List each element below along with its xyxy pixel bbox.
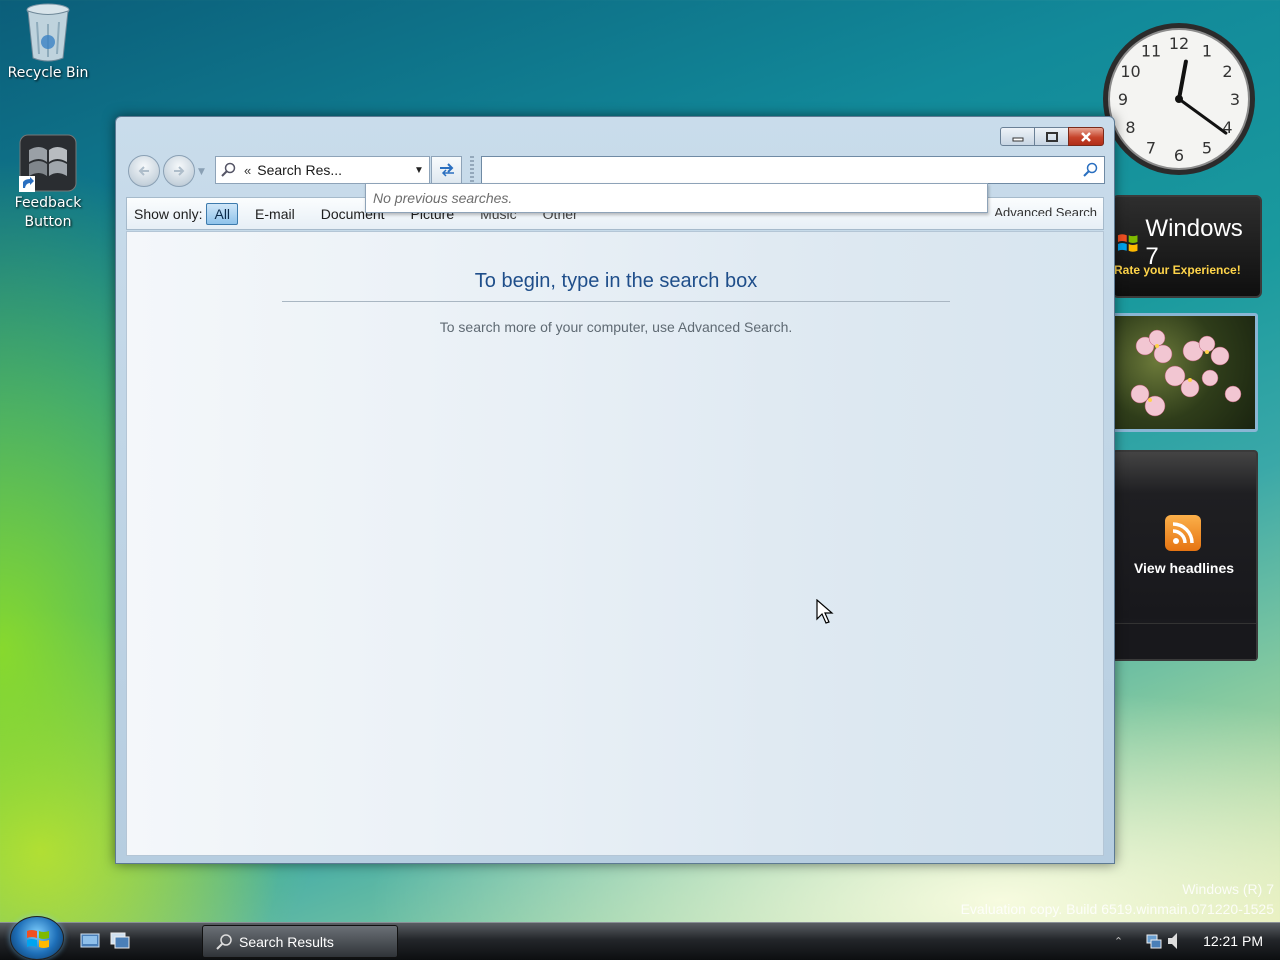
- back-arrow-icon: [138, 166, 149, 176]
- filter-email-button[interactable]: E-mail: [248, 204, 302, 224]
- advanced-search-hint: To search more of your computer, use Adv…: [439, 319, 793, 335]
- search-suggestions-dropdown: No previous searches.: [365, 183, 988, 213]
- clock-number: 3: [1230, 90, 1240, 109]
- rss-icon: [1165, 515, 1201, 551]
- clock-number: 10: [1120, 62, 1140, 81]
- clock-gadget[interactable]: 12 1 2 3 4 5 6 7 8 9 10 11: [1100, 20, 1258, 178]
- view-headlines-link[interactable]: View headlines: [1114, 560, 1254, 576]
- search-results-icon: [215, 933, 233, 951]
- forward-arrow-icon: [174, 166, 185, 176]
- windows7-gadget[interactable]: Windows 7 Rate your Experience!: [1112, 195, 1262, 298]
- minimize-icon: [1012, 137, 1023, 141]
- recycle-bin-label: Recycle Bin: [7, 65, 89, 81]
- taskbar-button-label: Search Results: [239, 933, 334, 950]
- clock-number: 7: [1146, 139, 1156, 158]
- start-button[interactable]: [10, 916, 64, 960]
- windows-flag-icon: [1117, 234, 1138, 252]
- filter-all-button[interactable]: All: [206, 202, 239, 225]
- back-button[interactable]: [128, 155, 160, 187]
- address-dropdown-icon[interactable]: ▼: [409, 165, 429, 176]
- address-chevron[interactable]: «: [244, 163, 251, 178]
- build-watermark: Windows (R) 7 Evaluation copy. Build 651…: [961, 879, 1274, 919]
- toolbar-grip[interactable]: [470, 156, 474, 186]
- rate-experience-link[interactable]: Rate your Experience!: [1114, 263, 1254, 277]
- recycle-bin-icon[interactable]: Recycle Bin: [0, 2, 96, 83]
- system-tray: ⌃ 12:21 PM: [1114, 922, 1280, 960]
- clock-number: 6: [1174, 146, 1184, 165]
- feedback-label-line1: Feedback: [14, 195, 82, 211]
- search-input[interactable]: [488, 160, 1068, 180]
- recycle-bin-glyph: [26, 3, 70, 62]
- flower-photo: [1130, 329, 1242, 417]
- search-folder-icon: [220, 162, 236, 178]
- clock-face-icon: 12 12 3 45678 9 1011: [1103, 23, 1255, 175]
- no-previous-searches-text: No previous searches.: [373, 190, 513, 206]
- network-icon[interactable]: [1145, 932, 1163, 950]
- refresh-icon: [439, 163, 454, 177]
- caption-buttons: [1000, 127, 1104, 146]
- clock-number: 4: [1222, 118, 1232, 137]
- begin-search-heading: To begin, type in the search box: [474, 270, 758, 292]
- recent-pages-dropdown-icon[interactable]: ▼: [198, 167, 205, 177]
- search-icon[interactable]: [1082, 162, 1098, 182]
- advanced-search-label: Advanced Search: [994, 205, 1097, 216]
- feed-headlines-gadget[interactable]: View headlines: [1112, 450, 1258, 661]
- results-pane: To begin, type in the search box To sear…: [126, 231, 1104, 856]
- taskbar: [0, 922, 1280, 960]
- heading-divider: [282, 301, 950, 302]
- clock-number: 5: [1202, 139, 1212, 158]
- switch-windows-icon[interactable]: [110, 932, 130, 950]
- maximize-button[interactable]: [1034, 127, 1069, 146]
- watermark-line1: Windows (R) 7: [1182, 881, 1274, 897]
- windows-start-icon: [27, 930, 49, 948]
- search-box[interactable]: [481, 156, 1105, 184]
- slideshow-gadget[interactable]: [1112, 313, 1258, 432]
- search-results-window[interactable]: ▼ « Search Res... ▼ Show only: All E-mai…: [115, 116, 1115, 864]
- maximize-icon: [1045, 131, 1058, 142]
- taskbar-clock[interactable]: 12:21 PM: [1203, 933, 1263, 949]
- clock-number: 1: [1202, 42, 1212, 61]
- clock-number: 8: [1125, 118, 1135, 137]
- clock-number: 12: [1169, 34, 1189, 53]
- watermark-line2: Evaluation copy. Build 6519.winmain.0712…: [960, 901, 1274, 917]
- address-text[interactable]: Search Res...: [257, 162, 409, 178]
- show-only-label: Show only:: [134, 205, 203, 222]
- feedback-label-line2: Button: [24, 214, 72, 230]
- forward-button[interactable]: [163, 155, 195, 187]
- close-icon: [1081, 131, 1091, 142]
- advanced-search-button[interactable]: Advanced Search: [994, 198, 1097, 216]
- feedback-glyph: [19, 134, 77, 192]
- feedback-button-icon[interactable]: Feedback Button: [0, 132, 96, 232]
- minimize-button[interactable]: [1000, 127, 1035, 146]
- show-desktop-icon[interactable]: [80, 932, 100, 950]
- show-hidden-icons-icon[interactable]: ⌃: [1114, 935, 1123, 948]
- clock-number: 9: [1118, 90, 1128, 109]
- refresh-button[interactable]: [431, 156, 462, 184]
- taskbar-search-results-button[interactable]: Search Results: [202, 925, 398, 958]
- feed-footer: [1114, 623, 1256, 659]
- volume-icon[interactable]: [1167, 932, 1181, 950]
- close-button[interactable]: [1068, 127, 1104, 146]
- mouse-cursor-icon: [816, 599, 834, 624]
- clock-number: 2: [1222, 62, 1232, 81]
- clock-number: 11: [1141, 42, 1161, 61]
- address-bar[interactable]: « Search Res... ▼: [215, 156, 430, 184]
